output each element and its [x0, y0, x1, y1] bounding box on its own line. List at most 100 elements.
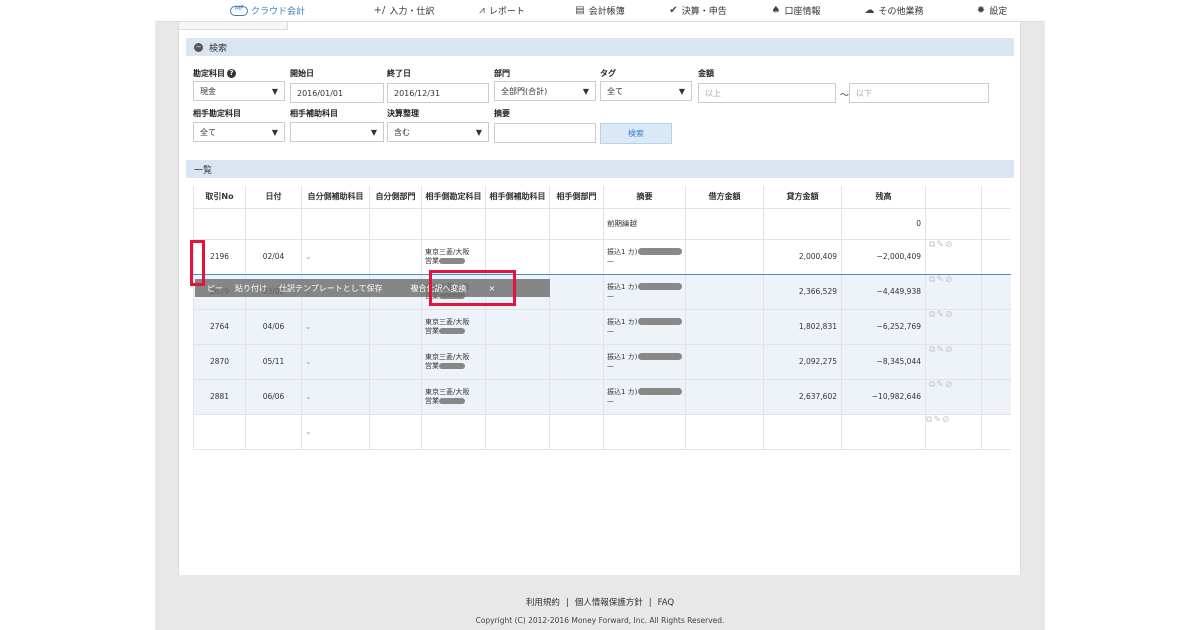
amount-min-input[interactable]: 以上 [698, 83, 836, 103]
empty-cell [421, 414, 486, 450]
nav-item-home[interactable]: ♠ 口座情報 [747, 4, 845, 17]
row-action-icons[interactable]: ⧉✎⊘ [927, 415, 951, 425]
counter-sub-label: 営業 [425, 256, 439, 265]
memo-line: 振込1 カ) [607, 283, 685, 292]
copy-option[interactable]: ピー [207, 283, 223, 294]
label-tag: タグ [600, 69, 616, 78]
memo-input[interactable] [494, 123, 596, 143]
search-section-header[interactable]: − 検索 [186, 38, 1014, 56]
column-header: 貸方金額 [763, 186, 842, 209]
copyright: Copyright (C) 2012-2016 Money Forward, I… [475, 616, 725, 625]
counter-department [549, 344, 604, 380]
counter-sub-account [485, 309, 550, 345]
collapse-icon: − [194, 42, 203, 52]
end-date-input[interactable]: 2016/12/31 [387, 83, 489, 103]
own-sub-account-cell[interactable]: ⌄ [301, 309, 370, 345]
counter-account-select[interactable]: 全て ▼ [193, 122, 285, 142]
nav-item-chart[interactable]: ⩘ レポート [453, 4, 551, 17]
transaction-no[interactable]: 2881 [193, 379, 246, 415]
footer-link[interactable]: FAQ [658, 598, 674, 608]
nav-item-label: レポート [488, 7, 525, 17]
own-department [369, 238, 422, 275]
counter-sub: 営業 [425, 362, 485, 371]
dropdown-icon[interactable]: ⌄ [305, 252, 312, 261]
search-button[interactable]: 検索 [600, 123, 672, 144]
save-template-option[interactable]: 仕訳テンプレートとして保存 [279, 283, 383, 294]
column-header-empty [981, 186, 1011, 209]
dropdown-icon[interactable]: ⌄ [305, 322, 312, 331]
pencil-plus-icon: +/ [373, 5, 386, 16]
column-header-empty [925, 186, 982, 209]
row-actions[interactable]: ⧉✎⊘ [925, 309, 982, 345]
table-row[interactable]: 2196 02/04 ⌄ 東京三菱/大阪 営業 振込1 カ) —2,000,409 −2,00… [193, 238, 1011, 275]
ledger-table: 取引No 日付 自分側補助科目 自分側部門 相手側勘定科目 相手側補助科目 相手側部門 摘要借… [193, 186, 1011, 450]
counter-department [549, 379, 604, 415]
row-action-icons[interactable]: ⧉✎⊘ [929, 310, 954, 320]
chevron-down-icon: ▼ [475, 127, 482, 137]
nav-item-ledger[interactable]: ▤ 会計帳簿 [551, 4, 649, 17]
chevron-down-icon: ▼ [582, 86, 589, 96]
counter-department [549, 238, 604, 275]
transaction-no[interactable]: 2870 [193, 344, 246, 380]
table-row[interactable]: 2764 04/06 ⌄ 東京三菱/大阪 営業 振込1 カ) — 1,802,831 −6,25… [193, 309, 1011, 345]
nav-item-pencil-plus[interactable]: +/入力・仕訳 [355, 4, 453, 17]
row-action-icons[interactable]: ⧉✎⊘ [929, 275, 954, 285]
amount-max-input[interactable]: 以下 [849, 83, 989, 103]
dropdown-icon[interactable]: ⌄ [305, 357, 312, 366]
closing-select[interactable]: 含む ▼ [387, 122, 489, 142]
gear-icon: ✹ [976, 5, 986, 16]
footer-links: 利用規約 | 個人情報保護方針 | FAQ [155, 596, 1045, 608]
dropdown-icon[interactable]: ⌄ [305, 427, 312, 436]
date: 04/06 [245, 309, 302, 345]
opening-row: 前期繰越 0 [193, 208, 1011, 240]
counter-sub-account-select[interactable]: ▼ [290, 122, 384, 142]
counter-sub-label: 営業 [425, 361, 439, 370]
redacted-text [638, 318, 683, 325]
empty-cell [685, 414, 764, 450]
row-actions[interactable]: ⧉✎⊘ [925, 344, 982, 380]
opening-label: 前期繰越 [603, 208, 686, 240]
table-row[interactable]: 2881 06/06 ⌄ 東京三菱/大阪 営業 振込1 カ) — 2,637,602 −10,9… [193, 379, 1011, 415]
label-end-date: 終了日 [387, 69, 411, 78]
row-action-icons[interactable]: ⧉✎⊘ [929, 345, 954, 355]
list-section-title: 一覧 [194, 165, 213, 176]
footer-link[interactable]: 個人情報保護方針 [575, 598, 643, 608]
row-actions[interactable]: ⧉✎⊘ [925, 379, 982, 415]
row-action-icons[interactable]: ⧉✎⊘ [929, 240, 954, 250]
own-sub-account-cell[interactable]: ⌄ [301, 344, 370, 380]
transaction-no[interactable]: 2764 [193, 309, 246, 345]
row-action-icons[interactable]: ⧉✎⊘ [929, 380, 954, 390]
table-row[interactable]: 2870 05/11 ⌄ 東京三菱/大阪 営業 振込1 カ) — 2,092,275 −8,34… [193, 344, 1011, 380]
memo-cell: 振込1 カ) — [603, 344, 686, 380]
balance: −4,449,938 [841, 274, 926, 310]
label-start-date: 開始日 [290, 69, 314, 78]
tag-select[interactable]: 全て ▼ [600, 81, 692, 101]
app-logo[interactable]: クラウド会計 [155, 4, 305, 17]
date: 05/11 [245, 344, 302, 380]
top-nav: クラウド会計 +/入力・仕訳⩘レポート▤会計帳簿✔決算・申告♠口座情報☁その他業… [155, 0, 1045, 22]
nav-item-check[interactable]: ✔ 決算・申告 [649, 4, 747, 17]
nav-item-cloud[interactable]: ☁ その他業務 [845, 4, 943, 17]
row-actions[interactable]: ⧉✎⊘ [925, 274, 982, 310]
nav-item-gear[interactable]: ✹ 設定 [943, 4, 1041, 17]
own-sub-account-cell[interactable]: ⌄ [301, 379, 370, 415]
help-icon[interactable]: ? [227, 69, 236, 78]
search-section-title: 検索 [209, 43, 228, 54]
account-select[interactable]: 現金 ▼ [193, 81, 285, 101]
memo-text: 振込1 カ) [607, 282, 638, 291]
column-header: 自分側部門 [369, 186, 422, 209]
credit-amount: 2,366,529 [763, 274, 842, 310]
start-date-input[interactable]: 2016/01/01 [290, 83, 384, 103]
row-actions[interactable]: ⧉✎⊘ [925, 238, 982, 275]
empty-cell: ⧉✎⊘ [925, 414, 982, 450]
department-select[interactable]: 全部門(合計) ▼ [494, 81, 596, 101]
credit-amount: 2,000,409 [763, 238, 842, 275]
dropdown-icon[interactable]: ⌄ [305, 392, 312, 401]
new-entry-row[interactable]: ⌄ ⧉✎⊘ [193, 414, 1011, 450]
empty-cell [369, 414, 422, 450]
paste-option[interactable]: 貼り付け [235, 283, 267, 294]
footer-link[interactable]: 利用規約 [526, 598, 560, 608]
own-sub-account-cell[interactable]: ⌄ [301, 238, 370, 275]
debit-amount [685, 274, 764, 310]
memo-line: 振込1 カ) [607, 318, 685, 327]
